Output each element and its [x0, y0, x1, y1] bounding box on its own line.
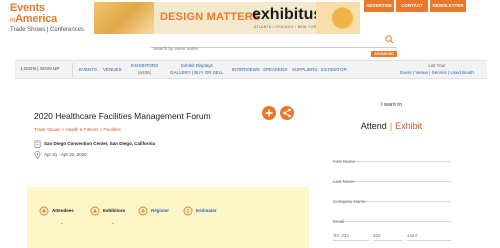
share-button[interactable] [280, 106, 294, 120]
banner-locations: ATLANTA • CHICAGO • NEW YORK [254, 25, 320, 29]
register-icon [138, 206, 148, 216]
banner-design-matters: DESIGN MATTERS [160, 11, 261, 23]
last-name-input[interactable] [333, 176, 451, 187]
exhibitors-value: - [112, 221, 114, 227]
event-venue[interactable]: San Diego Convention Center, San Diego, … [44, 141, 155, 146]
first-name-input[interactable] [333, 156, 451, 167]
company-field [333, 190, 451, 207]
nav-estimator[interactable]: ESTIMATOR [321, 67, 347, 72]
phone-prefix-input[interactable] [373, 230, 403, 241]
breadcrumb[interactable]: Trade Shows » Health & Fitness » Facilit… [34, 127, 121, 132]
logo-tagline: Trade Shows | Conferences [10, 27, 85, 33]
phone-field [333, 230, 451, 242]
company-input[interactable] [333, 196, 451, 207]
event-stats: Attendees - Exhibitors - Register $ Esti… [27, 187, 309, 248]
nav-venues[interactable]: VENUES [103, 67, 122, 72]
share-icon [283, 108, 291, 118]
stat-attendees: Attendees - [39, 206, 89, 227]
nav-exhibitors[interactable]: EXHIBITORS (6406) [131, 63, 158, 75]
location-pin-icon [34, 151, 41, 159]
nav-speakers[interactable]: SPEAKERS [263, 67, 287, 72]
form-heading: I want to [381, 102, 402, 108]
first-name-field [333, 150, 451, 167]
building-icon [34, 140, 41, 148]
email-input[interactable] [333, 216, 451, 227]
tab-separator: | [389, 121, 393, 131]
plus-icon [265, 109, 273, 117]
estimator-link[interactable]: $ Estimator [183, 206, 233, 216]
register-link[interactable]: Register [138, 206, 188, 216]
attend-exhibit-tabs: Attend | Exhibit [317, 121, 466, 131]
banner-image-left [94, 2, 154, 34]
email-field [333, 210, 451, 227]
register-label: Register [151, 208, 170, 213]
contact-list-button[interactable]: CONTACT LIST [396, 0, 428, 20]
estimator-label: Estimator [196, 208, 217, 213]
add-button[interactable] [262, 106, 276, 120]
phone-line-input[interactable] [407, 230, 451, 241]
attendees-value: - [61, 221, 63, 227]
search-bar [150, 35, 396, 54]
page: Events inAmerica Trade Shows | Conferenc… [0, 0, 500, 248]
stat-exhibitors: Exhibitors - [90, 206, 140, 227]
attendees-icon [39, 206, 49, 216]
main-nav: LOGIN | SIGN UP EVENTS VENUES EXHIBITORS… [15, 60, 487, 79]
newsletter-button[interactable]: NEWSLETTER [430, 0, 466, 12]
nav-list-sub: Event | Venue | Service | Used Booth [400, 70, 474, 75]
banner-image-right [316, 2, 360, 34]
nav-displays-sub: GALLERY | BUY OR SELL [170, 70, 224, 75]
site-header: Events inAmerica Trade Shows | Conferenc… [0, 0, 500, 57]
exhibitors-label: Exhibitors [103, 208, 126, 213]
nav-exhibitors-label: EXHIBITORS [131, 63, 159, 68]
tab-exhibit[interactable]: Exhibit [395, 121, 422, 131]
banner-brand: exhibitus [252, 6, 323, 23]
nav-list-your[interactable]: List Your Event | Venue | Service | Used… [389, 63, 485, 75]
tab-attend[interactable]: Attend [361, 121, 387, 131]
event-card: 2020 Healthcare Facilities Management Fo… [28, 98, 309, 176]
nav-displays-title: Exhibit Displays [180, 63, 213, 68]
nav-exhibitors-count: (6406) [138, 70, 152, 75]
attendees-label: Attendees [52, 208, 74, 213]
last-name-field [333, 170, 451, 187]
event-dates: Apr 21 - Apr 22, 2020 [44, 152, 87, 157]
search-icon[interactable] [385, 35, 394, 44]
site-logo[interactable]: Events inAmerica Trade Shows | Conferenc… [10, 3, 90, 39]
nav-list-title: List Your [428, 63, 446, 68]
exhibitors-icon [90, 206, 100, 216]
search-input[interactable] [150, 43, 380, 54]
nav-exhibit-displays[interactable]: Exhibit Displays GALLERY | BUY OR SELL [170, 63, 224, 75]
logo-line-america: inAmerica [10, 14, 90, 26]
svg-text:$: $ [187, 209, 190, 215]
event-title: 2020 Healthcare Facilities Management Fo… [34, 111, 211, 121]
advertise-button[interactable]: ADVERTISE [364, 0, 394, 12]
nav-suppliers[interactable]: SUPPLIERS [292, 67, 317, 72]
login-signup-link[interactable]: LOGIN | SIGN UP [21, 67, 60, 72]
estimator-icon: $ [183, 206, 193, 216]
advanced-search-button[interactable]: ADVANCED [371, 51, 397, 57]
nav-divider [72, 63, 73, 77]
nav-interviews[interactable]: INTERVIEWS [232, 67, 260, 72]
nav-events[interactable]: EVENTS [79, 67, 97, 72]
phone-area-input[interactable] [333, 230, 369, 241]
logo-america: America [15, 13, 58, 25]
ad-banner[interactable]: DESIGN MATTERS exhibitus ATLANTA • CHICA… [94, 2, 360, 34]
